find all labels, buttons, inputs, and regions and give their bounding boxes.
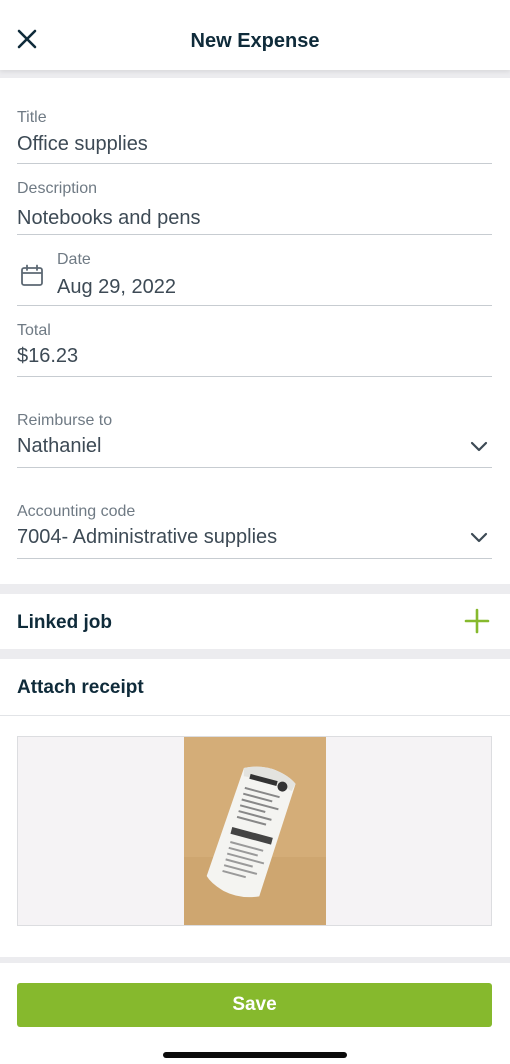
plus-icon [464,608,490,638]
attach-receipt-section: Attach receipt [0,659,510,957]
date-field[interactable]: Date Aug 29, 2022 [17,248,492,306]
receipt-photo[interactable] [184,737,326,925]
title-value: Office supplies [17,133,148,155]
divider [0,715,510,716]
header: New Expense [0,0,510,70]
calendar-icon [20,264,44,293]
expense-form: Title Office supplies Description Notebo… [0,78,510,584]
reimburse-to-label: Reimburse to [17,412,113,429]
description-label: Description [17,180,98,197]
save-button[interactable]: Save [17,983,492,1027]
date-value: Aug 29, 2022 [57,276,176,298]
reimburse-to-select[interactable]: Reimburse to Nathaniel [17,410,492,468]
receipt-preview [17,736,492,926]
accounting-code-select[interactable]: Accounting code 7004- Administrative sup… [17,501,492,559]
total-value: $16.23 [17,345,79,367]
title-label: Title [17,109,47,126]
footer: Save [0,963,510,1064]
home-indicator [163,1052,347,1058]
date-label: Date [57,251,91,268]
linked-job-section: Linked job [0,594,510,649]
total-label: Total [17,322,51,339]
description-value: Notebooks and pens [17,207,201,229]
attach-receipt-title: Attach receipt [17,677,144,698]
accounting-code-label: Accounting code [17,503,136,520]
add-linked-job-button[interactable] [464,608,490,634]
description-field[interactable]: Description Notebooks and pens [17,176,492,235]
total-field[interactable]: Total $16.23 [17,320,492,377]
chevron-down-icon [470,440,488,458]
chevron-down-icon [470,531,488,549]
accounting-code-value: 7004- Administrative supplies [17,526,278,548]
linked-job-title: Linked job [17,612,112,633]
title-field[interactable]: Title Office supplies [17,106,492,164]
page-title: New Expense [190,30,320,52]
reimburse-to-value: Nathaniel [17,435,102,457]
